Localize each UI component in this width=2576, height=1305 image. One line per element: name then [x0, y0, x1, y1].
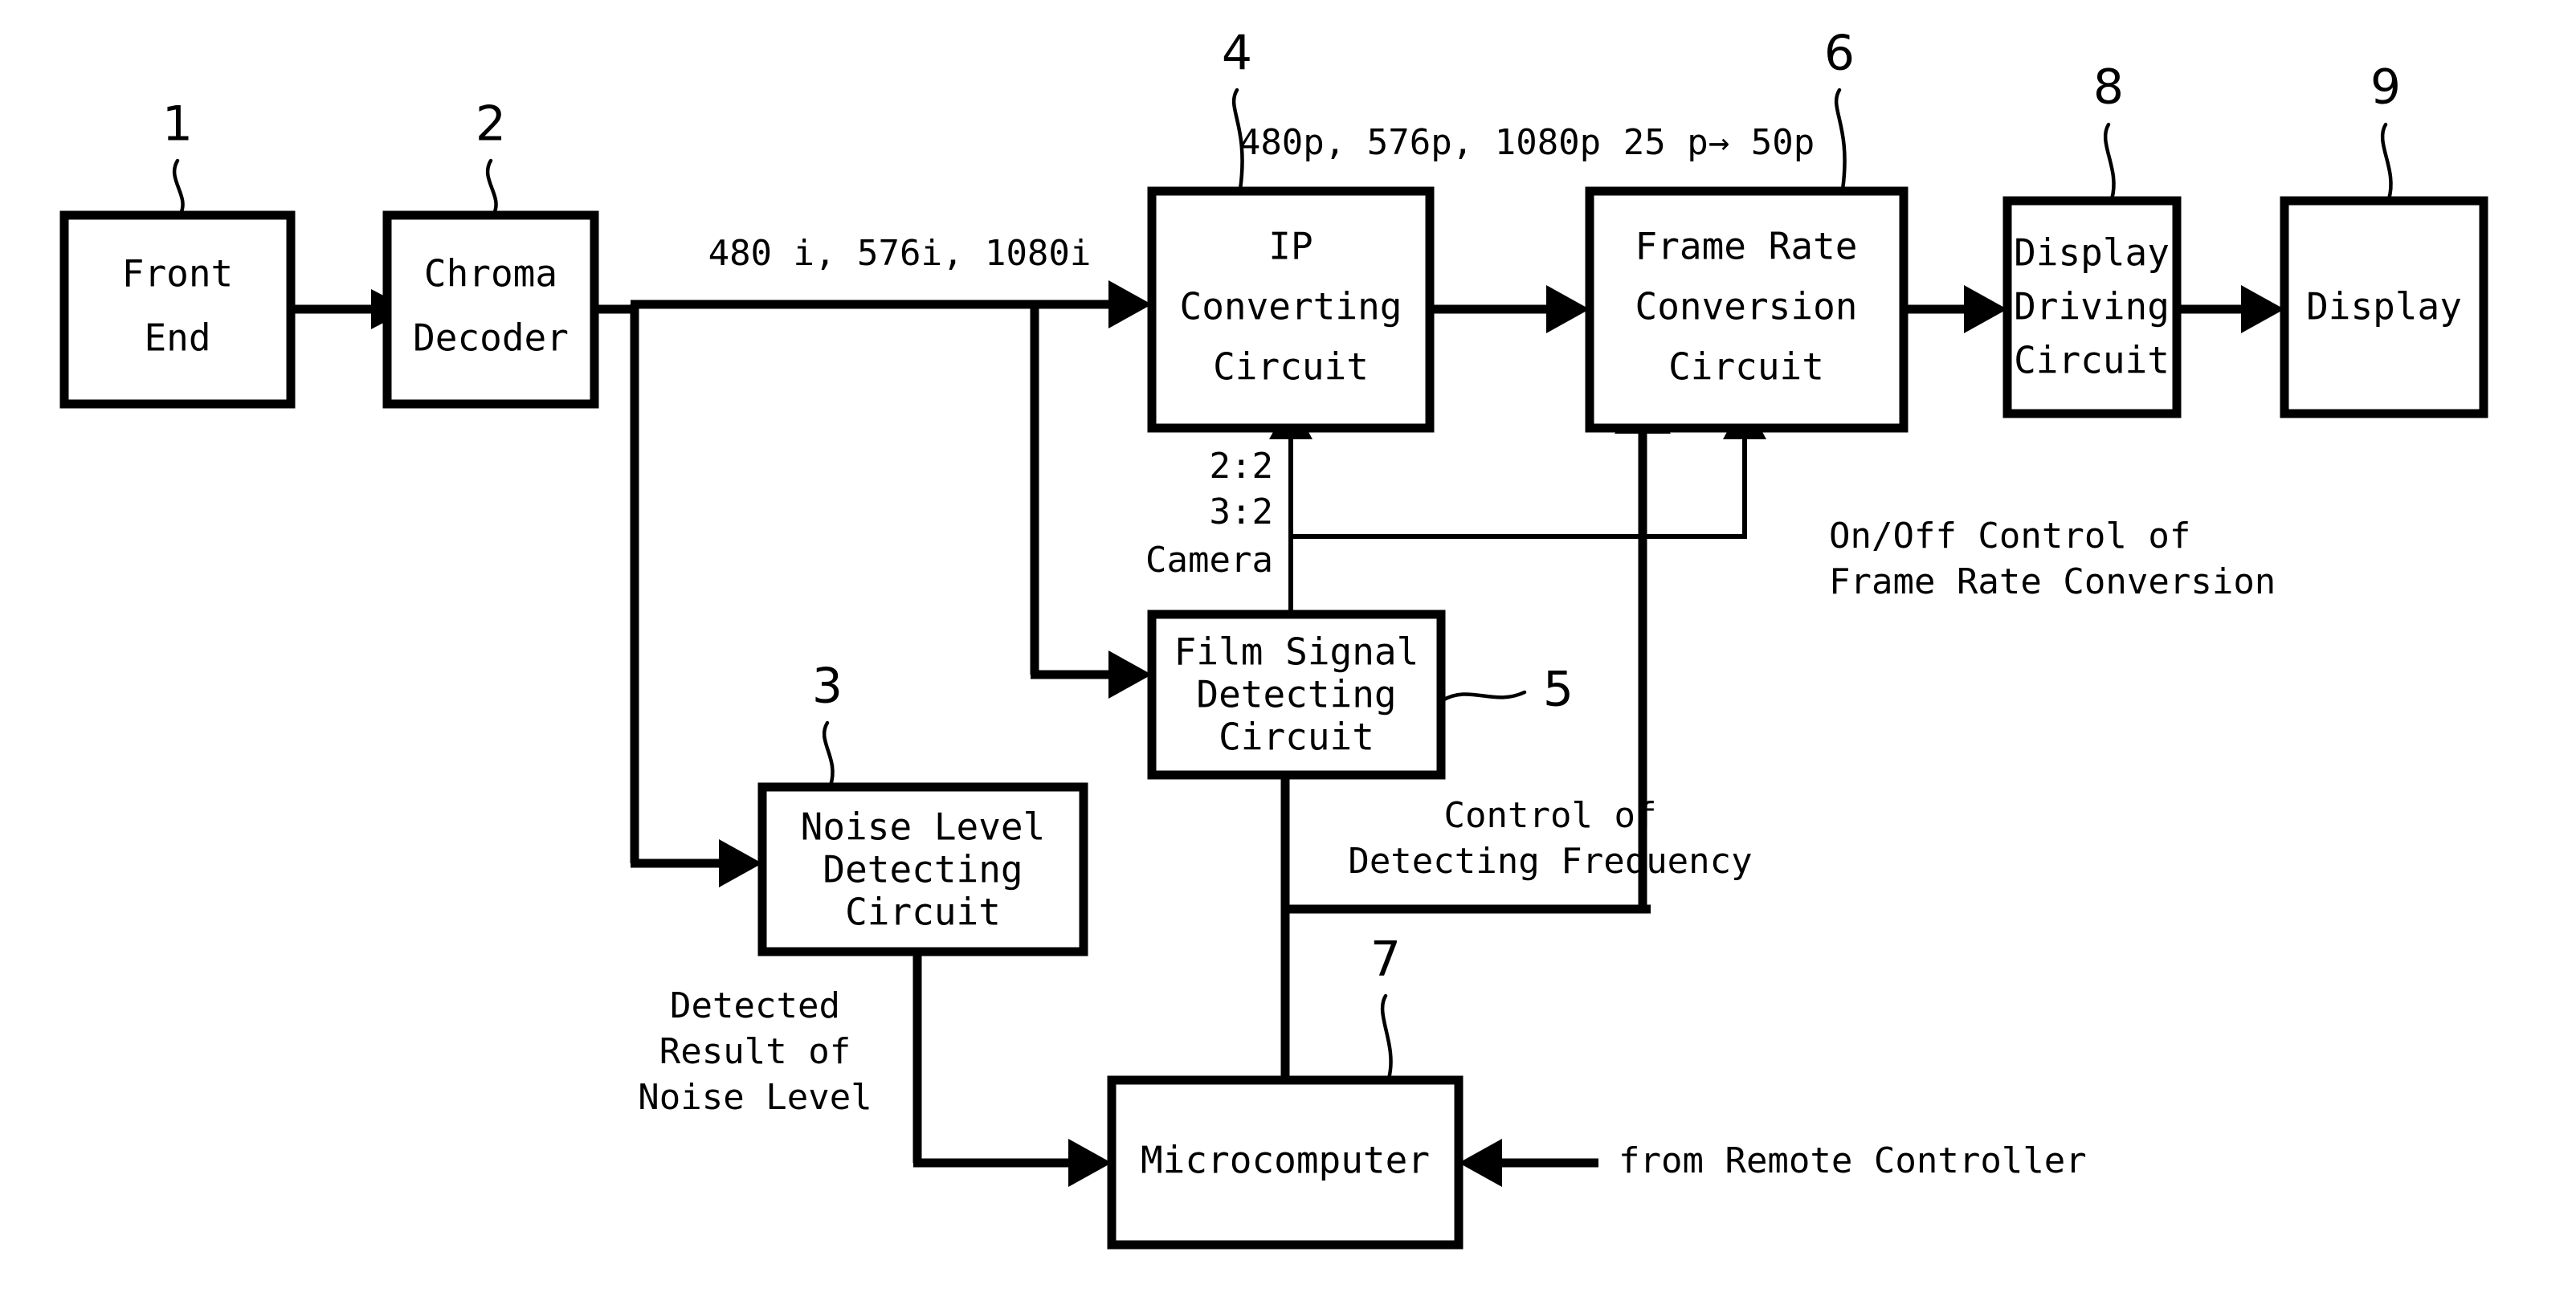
block-display-driving-circuit[interactable]: Display Driving Circuit	[2002, 196, 2182, 418]
frc-label-line3: Circuit	[1668, 345, 1824, 389]
film-label-line1: Film Signal	[1174, 630, 1419, 674]
ip-converting-label-line2: Converting	[1180, 285, 1402, 328]
label-cadence-32: 3:2	[1210, 491, 1273, 532]
ref-numeral-3: 3	[812, 659, 843, 715]
ddc-label-line1: Display	[2014, 231, 2170, 275]
leader-1	[172, 158, 185, 216]
leader-5	[1440, 690, 1527, 703]
label-detected-noise-line1: Detected	[670, 985, 840, 1026]
ip-converting-label-line1: IP	[1268, 225, 1312, 268]
ref-numeral-8: 8	[2093, 59, 2124, 116]
microcomputer-label: Microcomputer	[1141, 1139, 1430, 1182]
wire-ip-to-frc	[1430, 285, 1590, 333]
leader-3	[822, 720, 835, 788]
label-control-frequency-line1: Control of	[1444, 795, 1657, 836]
noise-label-line1: Noise Level	[801, 805, 1046, 849]
leader-8	[2103, 122, 2116, 202]
ip-converting-label-line3: Circuit	[1213, 345, 1369, 389]
block-noise-level-detecting-circuit[interactable]: Noise Level Detecting Circuit	[757, 782, 1088, 956]
label-control-frequency-line2: Detecting Frequency	[1348, 841, 1752, 882]
front-end-label-line1: Front	[122, 252, 233, 296]
wire-chroma-to-noise	[630, 304, 762, 887]
leader-7	[1380, 993, 1393, 1081]
wire-noise-to-micro	[912, 952, 1112, 1187]
label-cadence-camera: Camera	[1145, 540, 1273, 581]
wire-chroma-to-film	[1030, 304, 1152, 699]
ref-numeral-9: 9	[2370, 59, 2401, 116]
label-from-remote-controller: from Remote Controller	[1619, 1140, 2087, 1181]
ddc-label-line2: Driving	[2014, 285, 2170, 328]
diagram-canvas: Front End Chroma Decoder IP Converting C…	[59, 26, 2488, 1250]
block-display[interactable]: Display	[2280, 196, 2488, 418]
ddc-label-line3: Circuit	[2014, 339, 2170, 382]
noise-label-line2: Detecting	[823, 848, 1023, 891]
ref-numeral-2: 2	[476, 96, 506, 153]
label-cadence-22: 2:2	[1210, 446, 1273, 487]
frc-label-line2: Conversion	[1635, 285, 1858, 328]
ref-numeral-4: 4	[1222, 26, 1252, 82]
noise-label-line3: Circuit	[845, 891, 1001, 934]
leader-9	[2380, 122, 2393, 202]
front-end-label-line2: End	[144, 316, 210, 360]
chroma-decoder-label-line1: Chroma	[424, 252, 557, 296]
block-ip-converting-circuit[interactable]: IP Converting Circuit	[1147, 186, 1435, 433]
label-onoff-control-line2: Frame Rate Conversion	[1829, 561, 2276, 602]
wire-remote-to-micro	[1459, 1139, 1598, 1187]
leader-2	[485, 158, 498, 216]
film-label-line2: Detecting	[1196, 673, 1396, 716]
label-progressive-formats: 480p, 576p, 1080p	[1239, 122, 1601, 163]
block-frame-rate-conversion-circuit[interactable]: Frame Rate Conversion Circuit	[1585, 186, 1909, 433]
label-interlaced-formats: 480 i, 576i, 1080i	[708, 233, 1092, 274]
ref-numeral-7: 7	[1370, 932, 1401, 988]
frc-label-line1: Frame Rate	[1635, 225, 1858, 268]
label-detected-noise-line2: Result of	[659, 1031, 851, 1072]
block-diagram-figure: Front End Chroma Decoder IP Converting C…	[0, 0, 2576, 1305]
film-label-line3: Circuit	[1219, 716, 1374, 759]
label-frame-rate-conversion-ratio: 25 p→ 50p	[1623, 122, 1815, 163]
ref-numeral-6: 6	[1824, 26, 1855, 82]
label-detected-noise-line3: Noise Level	[638, 1077, 872, 1118]
ref-numeral-1: 1	[162, 96, 193, 153]
display-label-line1: Display	[2306, 285, 2462, 328]
wire-chroma-to-ip	[594, 280, 1152, 328]
ref-numeral-5: 5	[1543, 662, 1574, 718]
wire-frc-to-ddc	[1904, 285, 2007, 333]
wire-ddc-to-display	[2177, 285, 2284, 333]
chroma-decoder-label-line2: Decoder	[413, 316, 569, 360]
label-onoff-control-line1: On/Off Control of	[1829, 516, 2190, 557]
block-chroma-decoder[interactable]: Chroma Decoder	[382, 210, 599, 409]
leader-6	[1834, 88, 1847, 192]
block-film-signal-detecting-circuit[interactable]: Film Signal Detecting Circuit	[1147, 610, 1446, 780]
block-microcomputer[interactable]: Microcomputer	[1107, 1075, 1464, 1250]
block-front-end[interactable]: Front End	[59, 210, 296, 409]
